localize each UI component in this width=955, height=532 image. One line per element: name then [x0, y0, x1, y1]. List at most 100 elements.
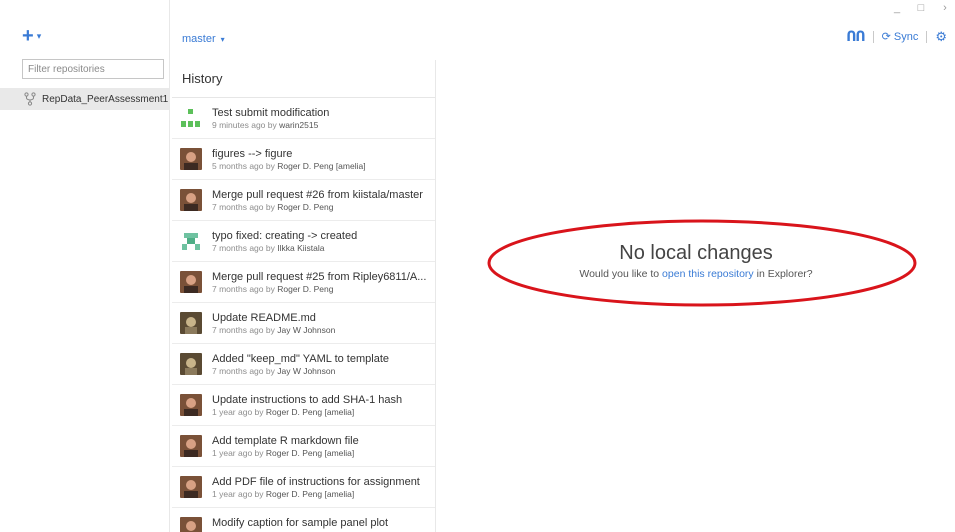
commit-meta: 1 year ago by Roger D. Peng [amelia]	[212, 407, 432, 417]
commit-title: Merge pull request #25 from Ripley6811/A…	[212, 270, 427, 283]
github-desktop-window: _ □ › + ▾ RepData_PeerAssessment1 master…	[0, 0, 955, 532]
repository-name: RepData_PeerAssessment1	[42, 93, 169, 105]
commit-time: 1 year ago by	[212, 406, 264, 417]
commit-time: 7 months ago by	[212, 365, 275, 376]
commit-title: figures --> figure	[212, 147, 293, 160]
close-button[interactable]: ›	[939, 2, 951, 14]
window-controls: _ □ ›	[891, 2, 951, 14]
commit-title: Add PDF file of instructions for assignm…	[212, 475, 420, 488]
commit-author: Roger D. Peng	[277, 201, 334, 212]
commit-author: Roger D. Peng [amelia]	[277, 160, 366, 171]
subtitle-after: in Explorer?	[756, 268, 813, 280]
maximize-button[interactable]: □	[915, 2, 927, 14]
commit-meta: 9 minutes ago by warin2515	[212, 120, 432, 130]
commit-row[interactable]: typo fixed: creating -> created 7 months …	[172, 221, 435, 262]
branch-name: master	[182, 33, 216, 45]
commit-row[interactable]: Update README.md 7 months ago by Jay W Jo…	[172, 303, 435, 344]
commit-meta: 7 months ago by Roger D. Peng	[212, 202, 432, 212]
commit-time: 1 year ago by	[212, 488, 264, 499]
commit-time: 5 months ago by	[212, 160, 275, 171]
commit-author: Roger D. Peng [amelia]	[265, 488, 355, 499]
no-changes-subtitle: Would you like to open this repository i…	[437, 268, 955, 280]
commit-text: Update instructions to add SHA-1 hash 1 y…	[212, 394, 432, 417]
repository-sidebar: + ▾ RepData_PeerAssessment1	[0, 0, 170, 532]
avatar	[180, 107, 202, 129]
avatar	[180, 148, 202, 170]
commit-author: Roger D. Peng	[277, 283, 334, 294]
commit-meta: 5 months ago by Roger D. Peng [amelia]	[212, 161, 432, 171]
avatar	[180, 271, 202, 293]
no-changes-title: No local changes	[619, 242, 773, 264]
commit-title: typo fixed: creating -> created	[212, 229, 358, 242]
avatar	[180, 476, 202, 498]
sync-button[interactable]: ⟳ Sync	[881, 30, 919, 44]
commit-title: Update instructions to add SHA-1 hash	[212, 393, 403, 406]
commit-author: Jay W Johnson	[277, 365, 336, 376]
avatar	[180, 230, 202, 252]
commit-meta: 1 year ago by Roger D. Peng [amelia]	[212, 489, 432, 499]
filter-repositories-input[interactable]	[22, 59, 164, 79]
commit-author: Roger D. Peng [amelia]	[265, 406, 355, 417]
sync-label: Sync	[893, 30, 919, 43]
commit-author: Ilkka Kiistala	[277, 242, 325, 253]
plus-icon: +	[22, 25, 34, 47]
history-title: History	[172, 60, 435, 98]
pull-request-icon[interactable]: ՈՈ	[846, 28, 865, 45]
avatar	[180, 435, 202, 457]
commit-title: Test submit modification	[212, 106, 330, 119]
commit-text: figures --> figure 5 months ago by Roger …	[212, 148, 432, 171]
repository-item[interactable]: RepData_PeerAssessment1	[0, 88, 169, 110]
top-toolbar: ՈՈ ⟳ Sync ⚙	[846, 28, 947, 45]
commit-row[interactable]: Merge pull request #25 from Ripley6811/A…	[172, 262, 435, 303]
commit-title: Update README.md	[212, 311, 316, 324]
commit-row[interactable]: figures --> figure 5 months ago by Roger …	[172, 139, 435, 180]
subtitle-before: Would you like to	[579, 268, 660, 280]
commit-meta: 7 months ago by Jay W Johnson	[212, 366, 432, 376]
commit-title: Modify caption for sample panel plot	[212, 516, 389, 529]
commit-time: 7 months ago by	[212, 324, 275, 335]
commit-title: Added "keep_md" YAML to template	[212, 352, 389, 365]
avatar	[180, 517, 202, 532]
sync-icon: ⟳	[881, 31, 891, 43]
commit-text: Add PDF file of instructions for assignm…	[212, 476, 432, 499]
commit-text: Merge pull request #25 from Ripley6811/A…	[212, 271, 432, 294]
changes-pane: No local changes Would you like to open …	[437, 60, 955, 532]
commit-meta: 1 year ago by Roger D. Peng [amelia]	[212, 448, 432, 458]
commit-row[interactable]: Add template R markdown file 1 year ago b…	[172, 426, 435, 467]
toolbar-divider	[926, 30, 928, 43]
gear-icon[interactable]: ⚙	[935, 29, 947, 45]
add-repository-button[interactable]: + ▾	[22, 26, 41, 46]
avatar	[180, 189, 202, 211]
commit-meta: 7 months ago by Ilkka Kiistala	[212, 243, 432, 253]
commit-row[interactable]: Added "keep_md" YAML to template 7 months…	[172, 344, 435, 385]
commit-row[interactable]: Merge pull request #26 from kiistala/mas…	[172, 180, 435, 221]
commit-row[interactable]: Update instructions to add SHA-1 hash 1 y…	[172, 385, 435, 426]
branch-selector[interactable]: master ▾	[182, 33, 225, 45]
commit-time: 9 minutes ago by	[212, 119, 277, 130]
commit-row[interactable]: Modify caption for sample panel plot1 ye…	[172, 508, 435, 532]
commit-author: Jay W Johnson	[277, 324, 336, 335]
history-panel: History Test submit modification 9 minute…	[172, 60, 436, 532]
commit-meta: 7 months ago by Roger D. Peng	[212, 284, 432, 294]
commit-text: Test submit modification 9 minutes ago by…	[212, 107, 432, 130]
avatar	[180, 312, 202, 334]
commit-time: 1 year ago by	[212, 447, 264, 458]
commit-title: Add template R markdown file	[212, 434, 359, 447]
chevron-down-icon: ▾	[220, 34, 225, 44]
toolbar-divider	[872, 30, 874, 43]
commit-row[interactable]: Test submit modification 9 minutes ago by…	[172, 98, 435, 139]
open-repository-link[interactable]: open this repository	[662, 268, 754, 280]
commit-title: Merge pull request #26 from kiistala/mas…	[212, 188, 423, 201]
avatar	[180, 353, 202, 375]
commit-text: Added "keep_md" YAML to template 7 months…	[212, 353, 432, 376]
no-changes-message: No local changes Would you like to open …	[437, 242, 955, 280]
minimize-button[interactable]: _	[891, 2, 903, 14]
commit-time: 7 months ago by	[212, 201, 275, 212]
commit-list: Test submit modification 9 minutes ago by…	[172, 98, 435, 532]
commit-text: Merge pull request #26 from kiistala/mas…	[212, 189, 432, 212]
commit-text: Add template R markdown file 1 year ago b…	[212, 435, 432, 458]
commit-author: warin2515	[279, 119, 319, 130]
commit-row[interactable]: Add PDF file of instructions for assignm…	[172, 467, 435, 508]
commit-text: typo fixed: creating -> created 7 months …	[212, 230, 432, 253]
avatar	[180, 394, 202, 416]
